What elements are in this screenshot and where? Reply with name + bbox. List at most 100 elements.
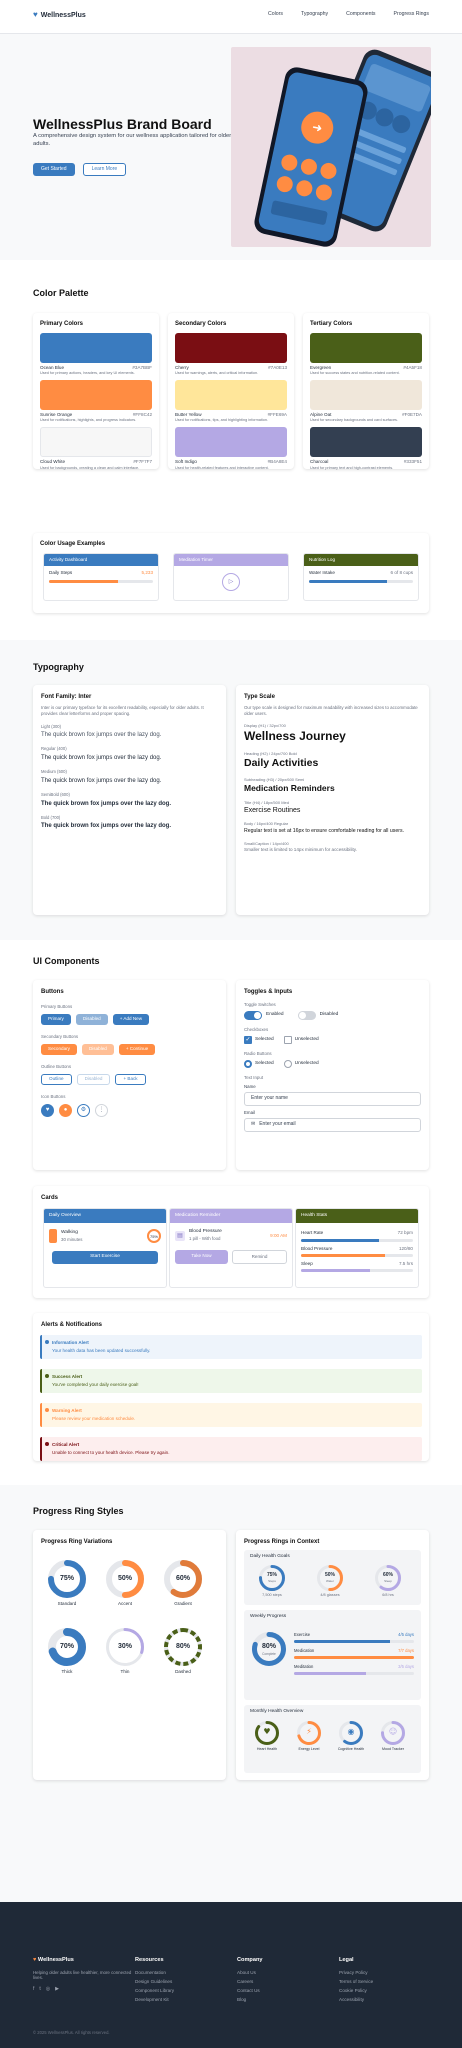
start-exercise-button[interactable]: Start Exercise bbox=[52, 1251, 158, 1264]
toggle-off[interactable] bbox=[297, 1011, 316, 1021]
continue-button[interactable]: + Continue bbox=[118, 1043, 156, 1055]
type-scale-label: Title (H4) / 18px/500 Med bbox=[244, 799, 289, 805]
swatch-color[interactable] bbox=[40, 380, 152, 411]
swatch-color[interactable] bbox=[40, 427, 152, 458]
monthly-ring: ☺ Mood Tracker bbox=[376, 1721, 410, 1751]
settings-icon-button[interactable]: ⚙ bbox=[77, 1103, 90, 1117]
medication-dose: 1 pill - With food bbox=[189, 1235, 221, 1241]
secondary-colors-card: Secondary Colors Cherry #7A0E13 Used for w… bbox=[168, 313, 294, 470]
footer-link[interactable]: About Us bbox=[237, 1970, 263, 1976]
health-stat-label: Heart Rate bbox=[301, 1230, 324, 1236]
goal-ring: 50% Water 4/8 glasses bbox=[310, 1565, 350, 1598]
goal-ring-sub: Sleep bbox=[384, 1579, 392, 1583]
learn-more-button[interactable]: Learn More bbox=[82, 163, 127, 176]
footer-link[interactable]: Component Library bbox=[135, 1988, 174, 1994]
checkbox-unchecked-label: Unselected bbox=[294, 1036, 319, 1042]
checkbox-unchecked[interactable] bbox=[283, 1035, 292, 1044]
remind-button[interactable]: Remind bbox=[232, 1249, 287, 1265]
footer-link[interactable]: Development Kit bbox=[135, 1997, 174, 2003]
email-placeholder: Enter your email bbox=[259, 1121, 296, 1128]
swatch-item: Alpine Oat #F0E7DA Used for secondary back… bbox=[310, 380, 422, 423]
email-input[interactable]: ✉ Enter your email bbox=[244, 1117, 421, 1132]
footer-link[interactable]: Terms of Service bbox=[339, 1979, 373, 1985]
goal-ring-graphic: 75% Steps bbox=[259, 1565, 285, 1591]
twitter-icon[interactable]: t bbox=[39, 1986, 40, 1993]
ring-value: 80% bbox=[175, 1643, 190, 1650]
youtube-icon[interactable]: ▶ bbox=[55, 1986, 59, 1993]
secondary-colors-title: Secondary Colors bbox=[175, 321, 227, 327]
swatch-color[interactable] bbox=[175, 333, 287, 364]
font-weight-label: Medium (500) bbox=[41, 769, 67, 775]
health-stat-bar bbox=[301, 1269, 413, 1273]
goal-ring-label: 4/8 glasses bbox=[320, 1593, 340, 1597]
heart-icon-button[interactable]: ♥ bbox=[41, 1103, 54, 1117]
swatch-color[interactable] bbox=[310, 380, 422, 411]
footer-brand: ♥ WellnessPlus bbox=[33, 1957, 133, 1965]
take-now-button[interactable]: Take Now bbox=[175, 1249, 228, 1265]
weekly-ring-value: 80% bbox=[261, 1643, 276, 1650]
swatch-color[interactable] bbox=[175, 427, 287, 458]
outline-button[interactable]: Outline bbox=[41, 1073, 72, 1085]
font-family-card: Font Family: Inter Inter is our primary … bbox=[33, 685, 226, 915]
footer-link[interactable]: Privacy Policy bbox=[339, 1970, 373, 1976]
secondary-button[interactable]: Secondary bbox=[41, 1043, 77, 1055]
play-icon[interactable]: ▷ bbox=[222, 573, 240, 592]
health-stat-bar bbox=[301, 1253, 413, 1257]
footer-link[interactable]: Contact Us bbox=[237, 1988, 263, 1994]
nav-link-colors[interactable]: Colors bbox=[268, 11, 283, 18]
radio-selected[interactable] bbox=[244, 1059, 252, 1068]
hero-section: WellnessPlus Brand Board A comprehensive… bbox=[0, 34, 462, 260]
secondary-buttons-label: Secondary Buttons bbox=[41, 1034, 79, 1040]
nav-links: Colors Typography Components Progress Ri… bbox=[268, 11, 429, 18]
swatch-color[interactable] bbox=[310, 427, 422, 458]
ring-graphic: 75% bbox=[48, 1560, 86, 1598]
health-stat-fill bbox=[301, 1238, 380, 1242]
footer-link[interactable]: Blog bbox=[237, 1997, 263, 2003]
swatch-color[interactable] bbox=[40, 333, 152, 364]
add-new-button[interactable]: + Add New bbox=[112, 1014, 150, 1026]
weekly-row-label: Meditation bbox=[294, 1664, 314, 1669]
ui-components-title: UI Components bbox=[33, 956, 100, 966]
checkbox-checked[interactable]: ✓ bbox=[244, 1035, 252, 1044]
more-icon-button[interactable]: ⋮ bbox=[95, 1103, 108, 1117]
nav-link-components[interactable]: Components bbox=[346, 11, 375, 18]
monthly-ring: ♥ Heart Health bbox=[250, 1721, 284, 1751]
health-stat-fill bbox=[301, 1253, 385, 1257]
outline-disabled-button: Disabled bbox=[76, 1073, 111, 1085]
brand-logo[interactable]: ♥ WellnessPlus bbox=[33, 10, 86, 21]
goal-ring-sub: Steps bbox=[268, 1579, 276, 1583]
swatch-color[interactable] bbox=[310, 333, 422, 364]
primary-button[interactable]: Primary bbox=[41, 1014, 71, 1026]
bell-icon-button[interactable]: ● bbox=[59, 1103, 72, 1117]
goal-ring: 75% Steps 7,500 steps bbox=[252, 1565, 292, 1598]
weekly-row-fill bbox=[294, 1639, 390, 1643]
health-stat-bar bbox=[301, 1238, 413, 1242]
ring-value: 50% bbox=[117, 1575, 132, 1582]
footer-link[interactable]: Cookie Policy bbox=[339, 1988, 373, 1994]
email-field-label: Email bbox=[244, 1109, 255, 1115]
radio-unselected[interactable] bbox=[283, 1059, 292, 1068]
facebook-icon[interactable]: f bbox=[33, 1986, 34, 1993]
footer-link[interactable]: Documentation bbox=[135, 1970, 174, 1976]
name-input[interactable]: Enter your name bbox=[244, 1091, 421, 1106]
progress-ring: 30% Thin bbox=[105, 1628, 145, 1675]
instagram-icon[interactable]: ◎ bbox=[46, 1986, 50, 1993]
radio-unselected-label: Unselected bbox=[294, 1060, 319, 1066]
monthly-ring-icon: ♥ bbox=[263, 1727, 271, 1736]
weekly-row: Medication 7/7 days bbox=[294, 1648, 414, 1659]
toggle-on[interactable] bbox=[244, 1011, 262, 1021]
get-started-button[interactable]: Get Started bbox=[33, 163, 75, 176]
rings-context-card: Progress Rings in Context Daily Health G… bbox=[236, 1530, 429, 1780]
monthly-ring-label: Heart Health bbox=[256, 1747, 278, 1751]
footer-link[interactable]: Accessibility bbox=[339, 1997, 373, 2003]
toggle-enabled-label: Enabled bbox=[266, 1012, 284, 1018]
back-button[interactable]: + Back bbox=[115, 1073, 146, 1085]
goal-ring-value: 60% bbox=[382, 1572, 393, 1578]
swatch-color[interactable] bbox=[175, 380, 287, 411]
footer-link[interactable]: Design Guidelines bbox=[135, 1979, 174, 1985]
nav-link-typography[interactable]: Typography bbox=[301, 11, 328, 18]
primary-colors-card: Primary Colors Ocean Blue #3A7BBF Used for… bbox=[33, 313, 159, 470]
swatch-item: Cloud White #F7F7F7 Used for backgrounds, … bbox=[40, 427, 152, 470]
footer-link[interactable]: Careers bbox=[237, 1979, 263, 1985]
nav-link-progress-rings[interactable]: Progress Rings bbox=[394, 11, 429, 18]
